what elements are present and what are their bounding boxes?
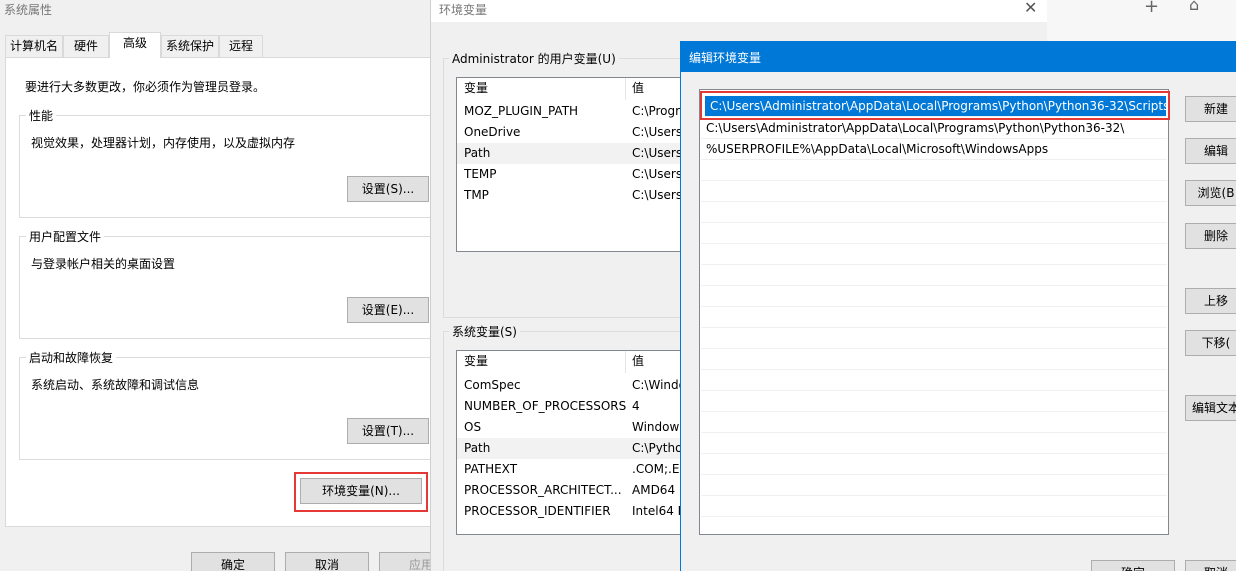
home-icon[interactable]: ⌂ [1189,0,1199,14]
edit-window-title: 编辑环境变量 [689,51,762,65]
delete-button[interactable]: 删除 [1185,223,1236,249]
performance-desc: 视觉效果，处理器计划，内存使用，以及虚拟内存 [31,136,296,150]
performance-group: 性能 视觉效果，处理器计划，内存使用，以及虚拟内存 设置(S)... [19,107,430,218]
edit-text-button[interactable]: 编辑文本 [1185,395,1236,421]
list-item-selected[interactable]: Path C:\Users [457,143,695,164]
column-header-variable[interactable]: 变量 [464,78,488,99]
tab-advanced[interactable]: 高级 [109,32,161,58]
performance-settings-button[interactable]: 设置(S)... [347,176,429,202]
new-button[interactable]: 新建 [1185,96,1236,122]
move-down-button[interactable]: 下移( [1185,330,1236,356]
path-entry-empty[interactable] [701,412,1167,433]
tab-system-protection[interactable]: 系统保护 [161,35,219,57]
performance-label: 性能 [26,107,57,124]
path-entry-empty[interactable] [701,328,1167,349]
cancel-button[interactable]: 取消 [285,552,369,571]
admin-note: 要进行大多数更改，你必须作为管理员登录。 [25,80,266,94]
user-profile-group: 用户配置文件 与登录帐户相关的桌面设置 设置(E)... [19,228,430,339]
list-item-selected[interactable]: Path C:\Pytho [457,438,695,459]
path-list[interactable]: C:\Users\Administrator\AppData\Local\Pro… [699,89,1169,535]
system-properties-window: 系统属性 计算机名 硬件 高级 系统保护 远程 要进行大多数更改，你必须作为管理… [0,0,430,571]
user-variables-label: Administrator 的用户变量(U) [449,50,619,67]
list-item[interactable]: TEMP C:\Users [457,164,695,185]
list-header: 变量 值 [457,351,695,373]
env-window-title: 环境变量 [439,3,488,17]
path-entry-empty[interactable] [701,202,1167,223]
list-item[interactable]: NUMBER_OF_PROCESSORS 4 [457,396,695,417]
path-entry-empty[interactable] [701,433,1167,454]
close-icon[interactable]: ✕ [1024,0,1037,17]
list-header: 变量 值 [457,78,695,100]
env-titlebar [431,0,1047,22]
selected-path-highlight [700,91,1170,120]
user-variables-list[interactable]: 变量 值 MOZ_PLUGIN_PATH C:\Progr OneDrive C:\… [456,77,696,252]
env-button-highlight [294,472,428,512]
startup-recovery-group: 启动和故障恢复 系统启动、系统故障和调试信息 设置(T)... [19,349,430,460]
edit-titlebar [681,42,1236,72]
background-app-toolbar: + ⌂ [1047,0,1236,42]
path-entry-empty[interactable] [701,160,1167,181]
add-icon[interactable]: + [1144,0,1159,17]
path-entry-empty[interactable] [701,307,1167,328]
path-entry-empty[interactable] [701,496,1167,517]
path-entry-empty[interactable] [701,181,1167,202]
tab-computer-name[interactable]: 计算机名 [5,35,63,57]
column-header-variable[interactable]: 变量 [464,351,488,372]
list-item[interactable]: MOZ_PLUGIN_PATH C:\Progr [457,101,695,122]
path-entry-empty[interactable] [701,265,1167,286]
path-entry-empty[interactable] [701,370,1167,391]
tab-remote[interactable]: 远程 [219,35,263,57]
path-entry-empty[interactable] [701,454,1167,475]
tab-hardware[interactable]: 硬件 [63,35,109,57]
path-entry[interactable]: C:\Users\Administrator\AppData\Local\Pro… [701,118,1167,139]
advanced-tab-panel: 要进行大多数更改，你必须作为管理员登录。 性能 视觉效果，处理器计划，内存使用，… [5,57,430,527]
ok-button[interactable]: 确定 [191,552,275,571]
startup-recovery-label: 启动和故障恢复 [26,349,117,366]
move-up-button[interactable]: 上移 [1185,288,1236,314]
path-entry-empty[interactable] [701,244,1167,265]
user-profile-label: 用户配置文件 [26,228,105,245]
browse-button[interactable]: 浏览(B [1185,180,1236,206]
path-entry-empty[interactable] [701,475,1167,496]
path-entry-empty[interactable] [701,391,1167,412]
edit-ok-button[interactable]: 确定 [1091,560,1175,571]
user-variables-group: Administrator 的用户变量(U) 变量 值 MOZ_PLUGIN_P… [443,50,703,318]
list-item[interactable]: PROCESSOR_IDENTIFIER Intel64 F [457,501,695,522]
system-variables-label: 系统变量(S) [449,323,520,340]
list-item[interactable]: OS Windows [457,417,695,438]
list-item[interactable]: PATHEXT .COM;.EX [457,459,695,480]
user-profile-desc: 与登录帐户相关的桌面设置 [31,257,176,271]
list-item[interactable]: TMP C:\Users [457,185,695,206]
list-item[interactable]: ComSpec C:\Windo [457,375,695,396]
system-variables-group: 系统变量(S) 变量 值 ComSpec C:\Windo NUMBER_OF_P… [443,323,703,571]
startup-settings-button[interactable]: 设置(T)... [347,418,429,444]
user-profile-settings-button[interactable]: 设置(E)... [347,297,429,323]
system-properties-title: 系统属性 [4,3,53,17]
column-header-value[interactable]: 值 [632,78,644,99]
system-variables-list[interactable]: 变量 值 ComSpec C:\Windo NUMBER_OF_PROCESSOR… [456,350,696,535]
path-entry[interactable]: %USERPROFILE%\AppData\Local\Microsoft\Wi… [701,139,1167,160]
path-entry-empty[interactable] [701,349,1167,370]
path-entry-empty[interactable] [701,223,1167,244]
list-item[interactable]: OneDrive C:\Users [457,122,695,143]
column-header-value[interactable]: 值 [632,351,644,372]
path-entry-empty[interactable] [701,286,1167,307]
edit-environment-variable-window: 编辑环境变量 C:\Users\Administrator\AppData\Lo… [680,41,1236,571]
apply-button[interactable]: 应用 [379,552,430,571]
edit-cancel-button[interactable]: 取消 [1185,560,1236,571]
list-item[interactable]: PROCESSOR_ARCHITECT... AMD64 [457,480,695,501]
startup-recovery-desc: 系统启动、系统故障和调试信息 [31,378,200,392]
edit-button[interactable]: 编辑 [1185,138,1236,164]
